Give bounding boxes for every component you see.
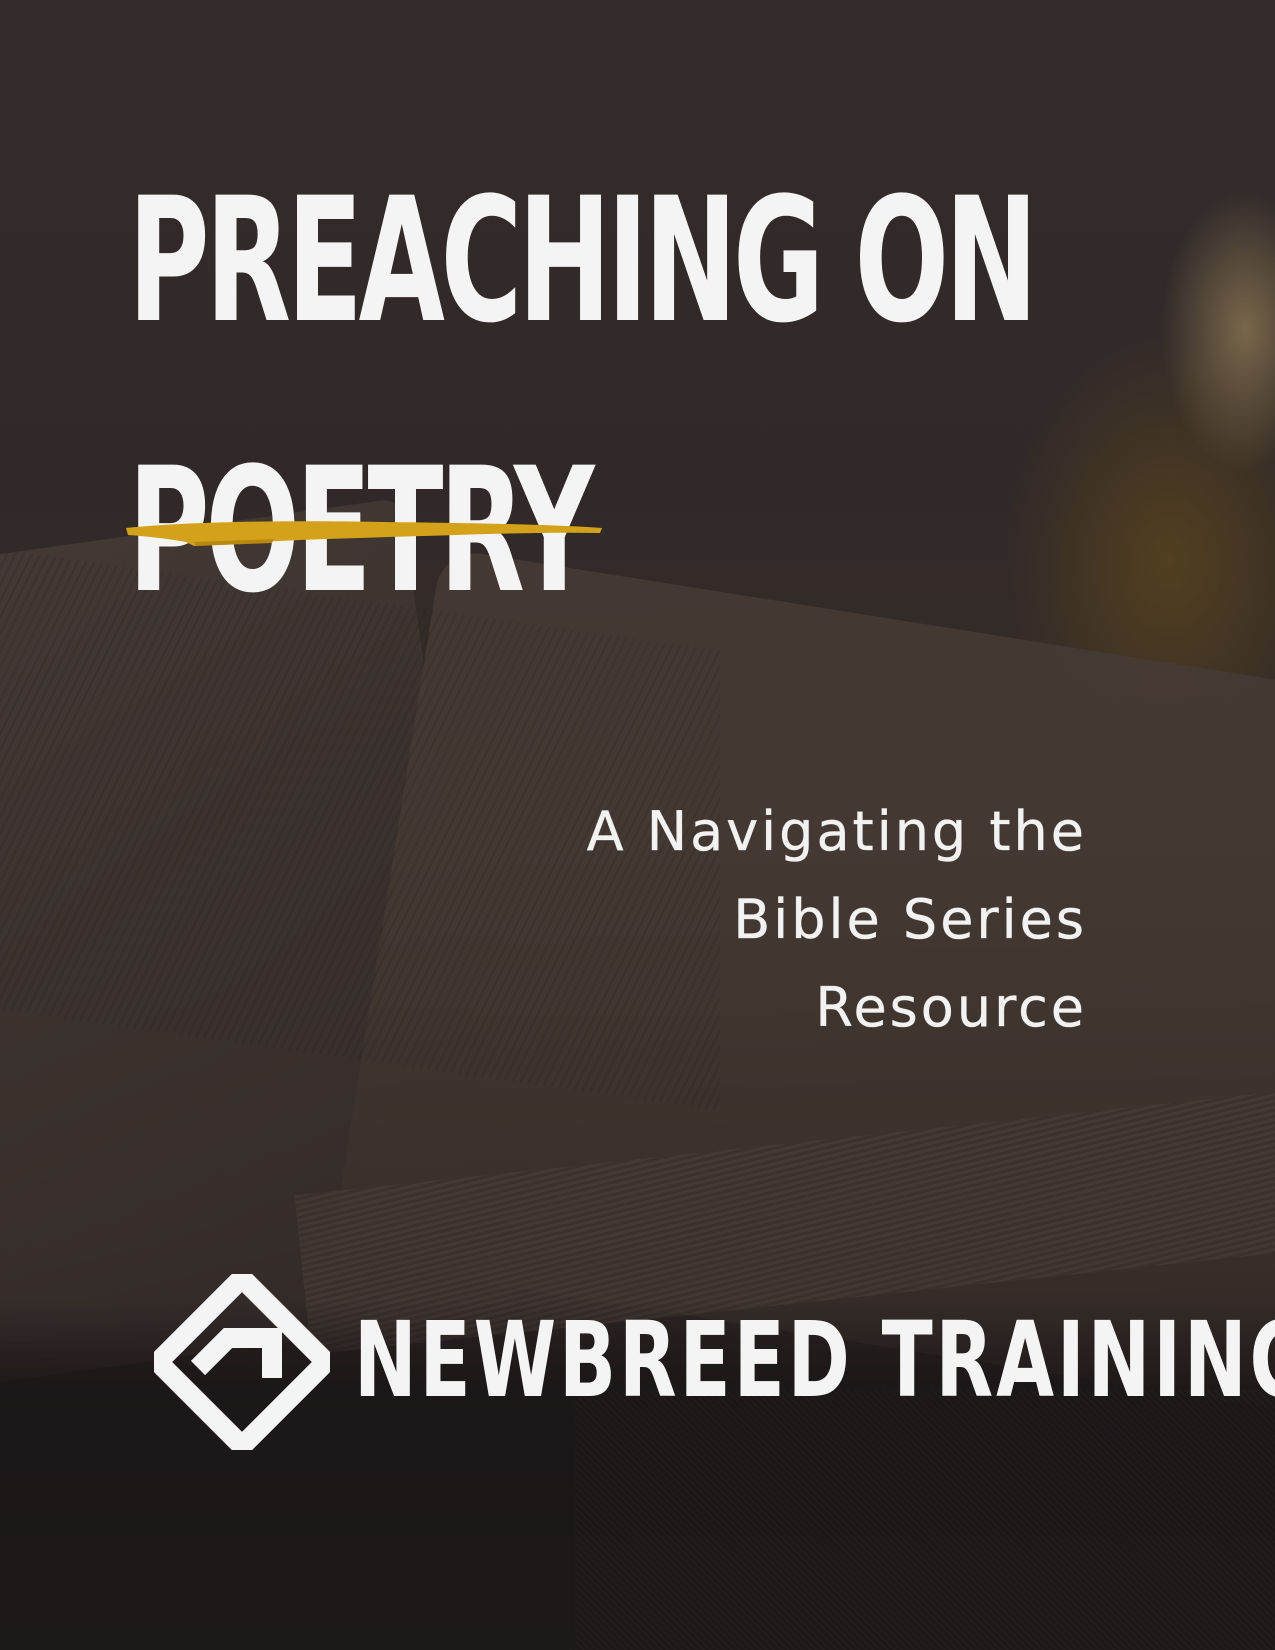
cover-page: PREACHING ON POETRY A Navigating the Bib… <box>0 0 1275 1650</box>
diamond-chevron-logo-icon <box>154 1274 330 1450</box>
cover-title: PREACHING ON POETRY <box>128 126 1038 666</box>
title-line-1: PREACHING ON <box>128 160 1038 361</box>
subtitle-line-1: A Navigating the <box>586 800 1087 864</box>
brand-logo: NEWBREED TRAINING <box>154 1274 1275 1450</box>
yellow-brush-stroke <box>126 521 602 546</box>
subtitle-line-2: Bible Series <box>733 888 1087 952</box>
cover-subtitle: A Navigating the Bible Series Resource <box>586 788 1087 1052</box>
subtitle-line-3: Resource <box>815 976 1087 1040</box>
brand-name: NEWBREED TRAINING <box>354 1299 1275 1421</box>
